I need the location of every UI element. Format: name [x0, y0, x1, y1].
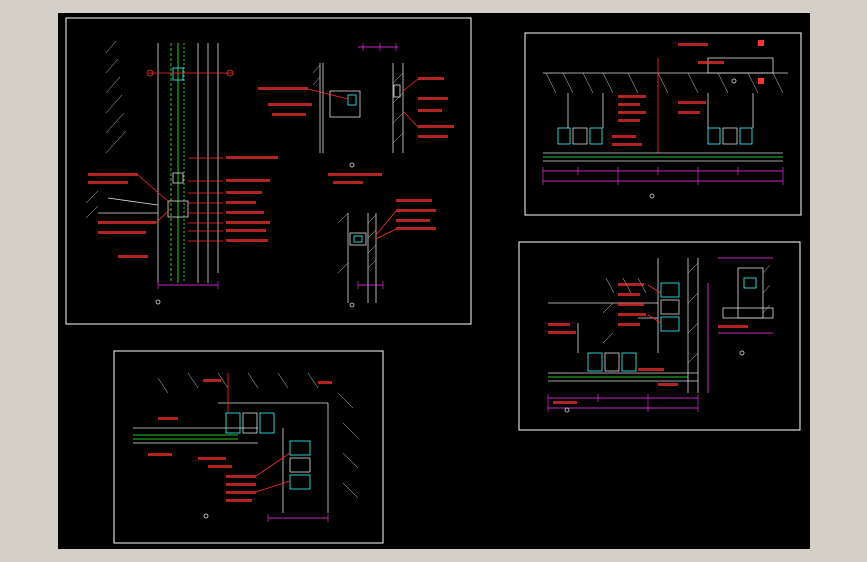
wall-hatch: [85, 40, 127, 219]
annotation-leaders: [188, 156, 278, 242]
sheet-bottom-left: [113, 350, 384, 544]
detail-marker: [155, 299, 161, 305]
sheet-top-right: [524, 32, 802, 216]
side-detail: [718, 257, 774, 356]
cad-drawing: [65, 17, 802, 544]
sheet-top-left: [65, 17, 472, 325]
sheet-bottom-right: [518, 241, 801, 431]
sheet-frame: [524, 32, 802, 216]
cad-drawing-canvas[interactable]: [58, 13, 810, 549]
corner-mullion: [587, 282, 680, 372]
sheet-frame: [113, 350, 384, 544]
detail-b: [328, 173, 436, 308]
sheet-frame: [65, 17, 472, 325]
mullion-units: [557, 93, 754, 145]
detail-a: [258, 43, 454, 168]
